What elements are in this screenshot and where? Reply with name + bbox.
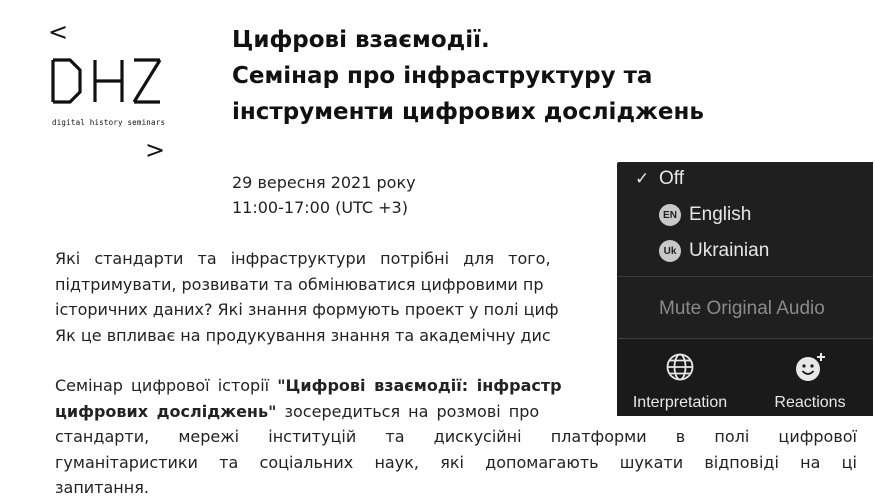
title-line-2: Семінар про інфраструктуру та xyxy=(232,63,653,89)
check-icon: ✓ xyxy=(635,169,650,188)
smiley-plus-icon xyxy=(793,352,827,382)
menu-item-off[interactable]: ✓ Off xyxy=(617,162,873,196)
interpretation-button[interactable]: Interpretation xyxy=(617,340,743,416)
seminar-name-bold: цифрових досліджень" xyxy=(55,401,277,421)
menu-item-label: Off xyxy=(659,168,684,189)
paragraph-line: запитання. xyxy=(55,478,149,497)
menu-divider xyxy=(617,338,873,339)
title-line-3: інструменти цифрових досліджень xyxy=(232,99,704,125)
seminar-title: Цифрові взаємодії. Семінар про інфрастру… xyxy=(232,22,832,130)
reactions-button[interactable]: Reactions xyxy=(747,340,873,416)
interpretation-menu: ✓ Off EN English Uk Ukrainian Mute Origi… xyxy=(617,162,873,340)
date-time: 11:00-17:00 (UTC +3) xyxy=(232,198,408,217)
date-day: 29 вересня 2021 року xyxy=(232,173,416,192)
menu-item-ukrainian[interactable]: Uk Ukrainian xyxy=(617,234,873,268)
menu-divider xyxy=(617,276,873,277)
menu-item-label: English xyxy=(689,204,752,225)
dhs-wordmark-icon xyxy=(51,58,162,104)
meeting-toolbar: Interpretation Reactions xyxy=(617,340,873,416)
paragraph-line: стандарти, мережі інституцій та дискусій… xyxy=(55,427,857,446)
logo-left-arrow-icon: < xyxy=(48,18,69,46)
logo-caption: digital history seminars xyxy=(52,118,166,127)
text-run: зосередиться на розмові про xyxy=(276,401,540,421)
menu-item-mute-original-audio[interactable]: Mute Original Audio xyxy=(617,292,873,326)
title-line-1: Цифрові взаємодії. xyxy=(232,27,490,53)
seminar-name-bold: "Цифрові взаємодії: інфрастр xyxy=(277,376,562,395)
reactions-label: Reactions xyxy=(774,394,846,411)
interpretation-label: Interpretation xyxy=(632,394,728,411)
menu-item-label: Ukrainian xyxy=(689,240,770,261)
logo-right-arrow-icon: > xyxy=(145,136,166,164)
menu-item-label: Mute Original Audio xyxy=(659,298,825,319)
paragraph-line: гуманітаристики та соціальних наук, які … xyxy=(55,452,857,472)
dhs-logo xyxy=(50,58,165,110)
text-run: Семінар цифрової історії xyxy=(55,376,278,395)
menu-item-english[interactable]: EN English xyxy=(617,198,873,232)
seminar-date: 29 вересня 2021 року 11:00-17:00 (UTC +3… xyxy=(232,170,416,220)
language-badge-icon: Uk xyxy=(659,240,681,262)
globe-icon xyxy=(665,352,695,382)
language-badge-icon: EN xyxy=(659,204,681,226)
